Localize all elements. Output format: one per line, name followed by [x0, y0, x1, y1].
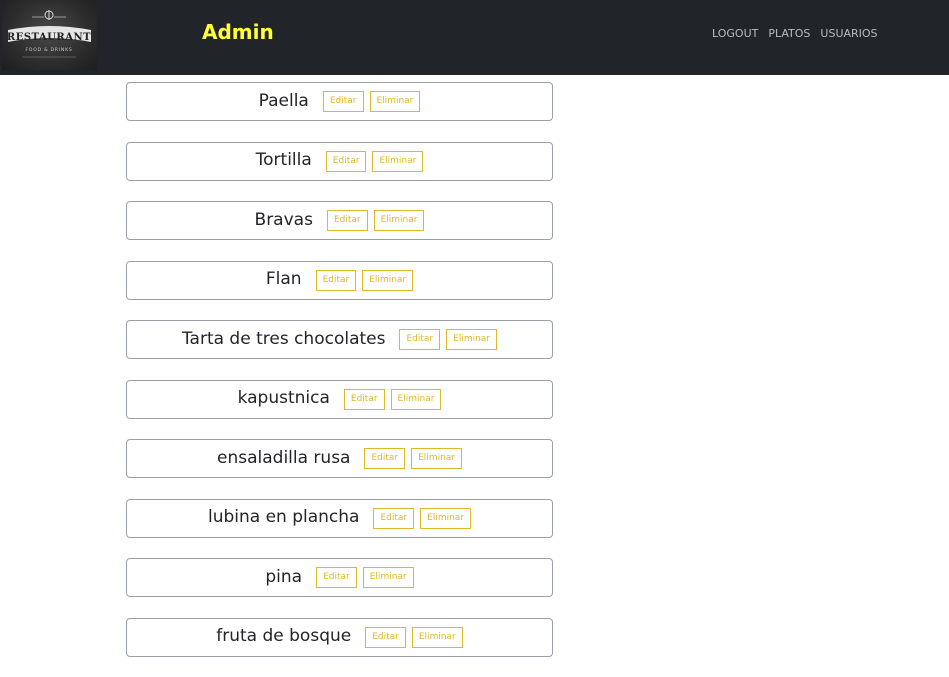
edit-button[interactable]: Editar — [343, 388, 385, 410]
dish-card: Flan Editar Eliminar — [126, 260, 553, 300]
logo-text-main: RESTAURANT — [7, 32, 91, 43]
delete-button[interactable]: Eliminar — [369, 91, 421, 112]
edit-button[interactable]: Editar — [364, 448, 406, 469]
navbar: RESTAURANT FOOD & DRINKS Admin LOGOUT PL… — [0, 0, 949, 75]
brand-title[interactable]: Admin — [202, 19, 274, 45]
dish-list: Paella Editar Eliminar Tortilla Editar E… — [126, 82, 553, 677]
delete-button[interactable]: Eliminar — [372, 150, 424, 172]
dish-card: lubina en plancha Editar Eliminar — [126, 498, 553, 538]
delete-button[interactable]: Eliminar — [446, 329, 498, 350]
dish-card: kapustnica Editar Eliminar — [126, 379, 553, 419]
dish-name: Tortilla — [255, 150, 312, 170]
edit-button[interactable]: Editar — [316, 567, 357, 588]
delete-button[interactable]: Eliminar — [411, 626, 463, 648]
dish-card: fruta de bosque Editar Eliminar — [126, 617, 553, 657]
edit-button[interactable]: Editar — [315, 269, 357, 291]
delete-button[interactable]: Eliminar — [420, 507, 472, 529]
dish-card: ensaladilla rusa Editar Eliminar — [126, 439, 553, 478]
logo-graphic: RESTAURANT FOOD & DRINKS — [7, 10, 91, 58]
nav-link-platos[interactable]: PLATOS — [768, 26, 810, 42]
edit-button[interactable]: Editar — [326, 210, 368, 231]
restaurant-logo[interactable]: RESTAURANT FOOD & DRINKS — [2, 0, 97, 70]
dish-card: Paella Editar Eliminar — [126, 82, 553, 121]
dish-card: Bravas Editar Eliminar — [126, 201, 553, 240]
edit-button[interactable]: Editar — [373, 507, 415, 529]
delete-button[interactable]: Eliminar — [390, 388, 442, 410]
delete-button[interactable]: Eliminar — [362, 567, 414, 588]
dish-name: lubina en plancha — [207, 507, 360, 527]
dish-name: kapustnica — [237, 388, 330, 408]
delete-button[interactable]: Eliminar — [411, 448, 462, 469]
dish-name: Bravas — [254, 209, 313, 230]
edit-button[interactable]: Editar — [325, 150, 367, 172]
nav-link-usuarios[interactable]: USUARIOS — [820, 26, 877, 42]
nav-link-logout[interactable]: LOGOUT — [712, 26, 758, 42]
dish-card: pina Editar Eliminar — [126, 558, 553, 597]
logo-text-sub: FOOD & DRINKS — [26, 47, 73, 53]
edit-button[interactable]: Editar — [365, 626, 406, 648]
nav-links: LOGOUT PLATOS USUARIOS — [712, 26, 878, 42]
dish-name: fruta de bosque — [216, 626, 352, 646]
delete-button[interactable]: Eliminar — [362, 269, 414, 291]
dish-name: Paella — [258, 90, 309, 111]
dish-name: ensaladilla rusa — [217, 447, 351, 468]
dish-card: Tarta de tres chocolates Editar Eliminar — [126, 320, 553, 359]
dish-name: pina — [265, 566, 303, 587]
dish-name: Tarta de tres chocolates — [181, 328, 386, 349]
delete-button[interactable]: Eliminar — [373, 210, 425, 231]
edit-button[interactable]: Editar — [399, 329, 441, 350]
dish-name: Flan — [265, 269, 302, 289]
edit-button[interactable]: Editar — [322, 91, 364, 112]
dish-card: Tortilla Editar Eliminar — [126, 141, 553, 181]
